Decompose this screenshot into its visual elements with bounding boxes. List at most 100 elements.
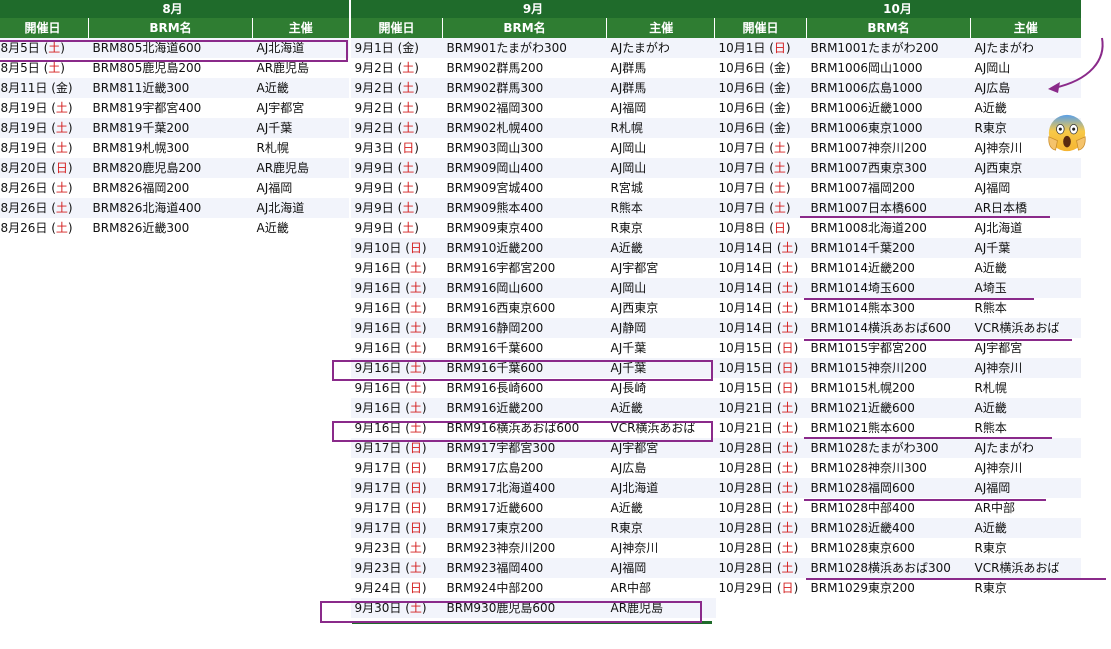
organizer: AR中部 [606, 578, 716, 598]
weekday: 土 [409, 281, 422, 295]
organizer: AJ神奈川 [970, 358, 1081, 378]
table-row: 10月15日 (日) BRM1015神奈川200 AJ神奈川 [714, 358, 1081, 378]
organizer: R熊本 [606, 198, 716, 218]
date-text: 10月15日 [718, 341, 774, 355]
date-text: 8月26日 [0, 201, 48, 215]
curved-arrow-icon [1048, 37, 1104, 93]
highlight-box [0, 40, 348, 62]
date-text: 9月1日 [354, 41, 394, 55]
event-date: 9月23日 (土) [350, 538, 443, 558]
date-text: 9月9日 [354, 221, 394, 235]
date-text: 10月6日 [718, 61, 766, 75]
september-table-section: 9月 開催日 BRM名 主催 9月1日 (金) BRM901たまがわ300 AJたま… [350, 0, 716, 618]
event-date: 9月2日 (土) [350, 98, 443, 118]
event-date: 9月9日 (土) [350, 198, 443, 218]
date-text: 9月17日 [354, 501, 402, 515]
event-date: 10月14日 (土) [714, 298, 807, 318]
event-date: 9月2日 (土) [350, 58, 443, 78]
brm-name: BRM1028近畿400 [806, 518, 971, 538]
table-row: 9月16日 (土) BRM916近畿200 A近畿 [350, 398, 716, 418]
date-text: 10月7日 [718, 161, 766, 175]
date-text: 10月28日 [718, 481, 774, 495]
table-row: 9月24日 (日) BRM924中部200 AR中部 [350, 578, 716, 598]
date-text: 10月14日 [718, 301, 774, 315]
event-date: 10月21日 (土) [714, 398, 807, 418]
weekday: 金 [773, 81, 786, 95]
weekday: 土 [409, 301, 422, 315]
organizer: AJ北海道 [606, 478, 716, 498]
brm-name: BRM1028たまがわ300 [806, 438, 971, 458]
organizer: R熊本 [970, 418, 1081, 438]
brm-name: BRM916西東京600 [442, 298, 607, 318]
organizer: A埼玉 [970, 278, 1081, 298]
table-row: 10月29日 (日) BRM1029東京200 R東京 [714, 578, 1081, 598]
brm-name: BRM901たまがわ300 [442, 38, 607, 58]
organizer: AJたまがわ [606, 38, 716, 58]
date-text: 10月29日 [718, 581, 774, 595]
month-title: 9月 [350, 0, 716, 18]
organizer: AJ神奈川 [970, 458, 1081, 478]
weekday: 日 [409, 501, 422, 515]
event-date: 8月11日 (金) [0, 78, 89, 98]
event-date: 8月19日 (土) [0, 118, 89, 138]
table-row: 10月14日 (土) BRM1014千葉200 AJ千葉 [714, 238, 1081, 258]
brm-name: BRM903岡山300 [442, 138, 607, 158]
event-date: 10月28日 (土) [714, 458, 807, 478]
organizer: AJ岡山 [606, 158, 716, 178]
event-date: 9月9日 (土) [350, 178, 443, 198]
date-text: 8月11日 [0, 81, 48, 95]
event-date: 9月16日 (土) [350, 338, 443, 358]
brm-name: BRM1007福岡200 [806, 178, 971, 198]
weekday: 日 [773, 41, 786, 55]
brm-name: BRM1001たまがわ200 [806, 38, 971, 58]
weekday: 土 [773, 141, 786, 155]
brm-name: BRM916宇都宮200 [442, 258, 607, 278]
organizer: R熊本 [970, 298, 1081, 318]
weekday: 日 [402, 141, 415, 155]
weekday: 土 [409, 381, 422, 395]
weekday: 土 [48, 61, 61, 75]
brm-name: BRM1006東京1000 [806, 118, 971, 138]
table-row: 10月15日 (日) BRM1015札幌200 R札幌 [714, 378, 1081, 398]
brm-name: BRM1014近畿200 [806, 258, 971, 278]
weekday: 土 [55, 121, 68, 135]
brm-name: BRM910近畿200 [442, 238, 607, 258]
weekday: 土 [781, 281, 794, 295]
brm-name: BRM1014横浜あおば600 [806, 318, 971, 338]
table-row: 8月11日 (金) BRM811近畿300 A近畿 [0, 78, 349, 98]
table-row: 10月21日 (土) BRM1021熊本600 R熊本 [714, 418, 1081, 438]
organizer: A近畿 [970, 518, 1081, 538]
organizer: AJ福岡 [606, 98, 716, 118]
weekday: 土 [55, 141, 68, 155]
date-text: 9月16日 [354, 301, 402, 315]
table-row: 9月2日 (土) BRM902群馬300 AJ群馬 [350, 78, 716, 98]
organizer: AJ福岡 [970, 178, 1081, 198]
table-row: 8月19日 (土) BRM819札幌300 R札幌 [0, 138, 349, 158]
event-date: 9月10日 (日) [350, 238, 443, 258]
organizer: AJ千葉 [252, 118, 349, 138]
organizer: A近畿 [970, 258, 1081, 278]
event-date: 9月16日 (土) [350, 378, 443, 398]
weekday: 土 [409, 541, 422, 555]
date-text: 8月5日 [0, 61, 40, 75]
table-row: 9月17日 (日) BRM917北海道400 AJ北海道 [350, 478, 716, 498]
date-text: 10月7日 [718, 181, 766, 195]
event-date: 8月26日 (土) [0, 178, 89, 198]
organizer: AJ千葉 [606, 338, 716, 358]
brm-name: BRM923福岡400 [442, 558, 607, 578]
date-text: 9月17日 [354, 441, 402, 455]
date-text: 9月16日 [354, 341, 402, 355]
event-date: 9月3日 (日) [350, 138, 443, 158]
date-text: 8月26日 [0, 181, 48, 195]
weekday: 土 [402, 161, 415, 175]
table-row: 9月2日 (土) BRM902札幌400 R札幌 [350, 118, 716, 138]
brm-name: BRM917北海道400 [442, 478, 607, 498]
event-date: 9月23日 (土) [350, 558, 443, 578]
table-row: 9月17日 (日) BRM917近畿600 A近畿 [350, 498, 716, 518]
weekday: 日 [409, 581, 422, 595]
organizer: R東京 [970, 578, 1081, 598]
weekday: 土 [55, 181, 68, 195]
weekday: 土 [409, 261, 422, 275]
table-row: 10月28日 (土) BRM1028中部400 AR中部 [714, 498, 1081, 518]
event-date: 9月17日 (日) [350, 518, 443, 538]
